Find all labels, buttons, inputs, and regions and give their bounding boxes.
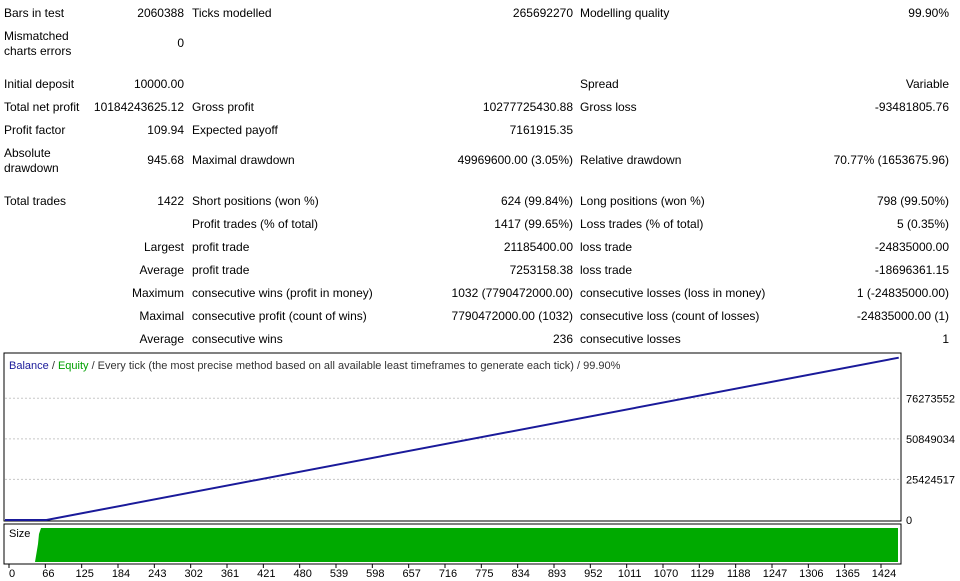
balance-chart: 0 25424517 50849034 76273552 Balance / Equi…: [3, 352, 955, 580]
x-tick-label: 893: [548, 568, 566, 580]
x-tick-label: 1129: [691, 568, 715, 580]
x-tick-label: 480: [293, 568, 311, 580]
x-tick-label: 952: [584, 568, 602, 580]
x-tick-label: 243: [148, 568, 166, 580]
x-tick-label: 1188: [727, 568, 751, 580]
x-tick-label: 1070: [654, 568, 678, 580]
x-tick-label: 598: [366, 568, 384, 580]
y-tick-label: 25424517: [906, 474, 955, 486]
x-tick-label: 302: [184, 568, 202, 580]
size-bars: [35, 528, 898, 562]
size-label: Size: [9, 528, 30, 540]
x-tick-label: 775: [475, 568, 493, 580]
x-tick-label: 834: [511, 568, 529, 580]
y-tick-label: 76273552: [906, 393, 955, 405]
x-tick-label: 361: [221, 568, 239, 580]
x-tick-label: 421: [257, 568, 275, 580]
x-tick-label: 1011: [618, 568, 642, 580]
x-tick-label: 716: [439, 568, 457, 580]
x-tick-label: 1424: [872, 568, 896, 580]
x-tick-label: 657: [402, 568, 420, 580]
x-tick-label: 1247: [763, 568, 787, 580]
x-tick-label: 125: [75, 568, 93, 580]
x-tick-label: 184: [112, 568, 130, 580]
legend-equity: Equity: [58, 360, 89, 372]
x-tick-label: 66: [42, 568, 54, 580]
x-tick-label: 0: [9, 568, 15, 580]
main-chart-frame: [3, 352, 902, 522]
x-tick-label: 1365: [835, 568, 859, 580]
x-tick-label: 539: [330, 568, 348, 580]
legend-balance: Balance: [9, 360, 49, 372]
y-tick-label: 0: [906, 515, 912, 527]
y-axis-labels: 0 25424517 50849034 76273552: [906, 393, 955, 527]
legend-sep: /: [49, 360, 58, 372]
x-tick-label: 1306: [799, 568, 823, 580]
x-axis: 0 66 125 184 243 302 361 421 480 539 598 657 716 775 8…: [8, 564, 896, 580]
y-tick-label: 50849034: [906, 434, 955, 446]
legend-description: / Every tick (the most precise method ba…: [89, 360, 621, 372]
chart-legend: Balance / Equity / Every tick (the most …: [9, 360, 621, 372]
